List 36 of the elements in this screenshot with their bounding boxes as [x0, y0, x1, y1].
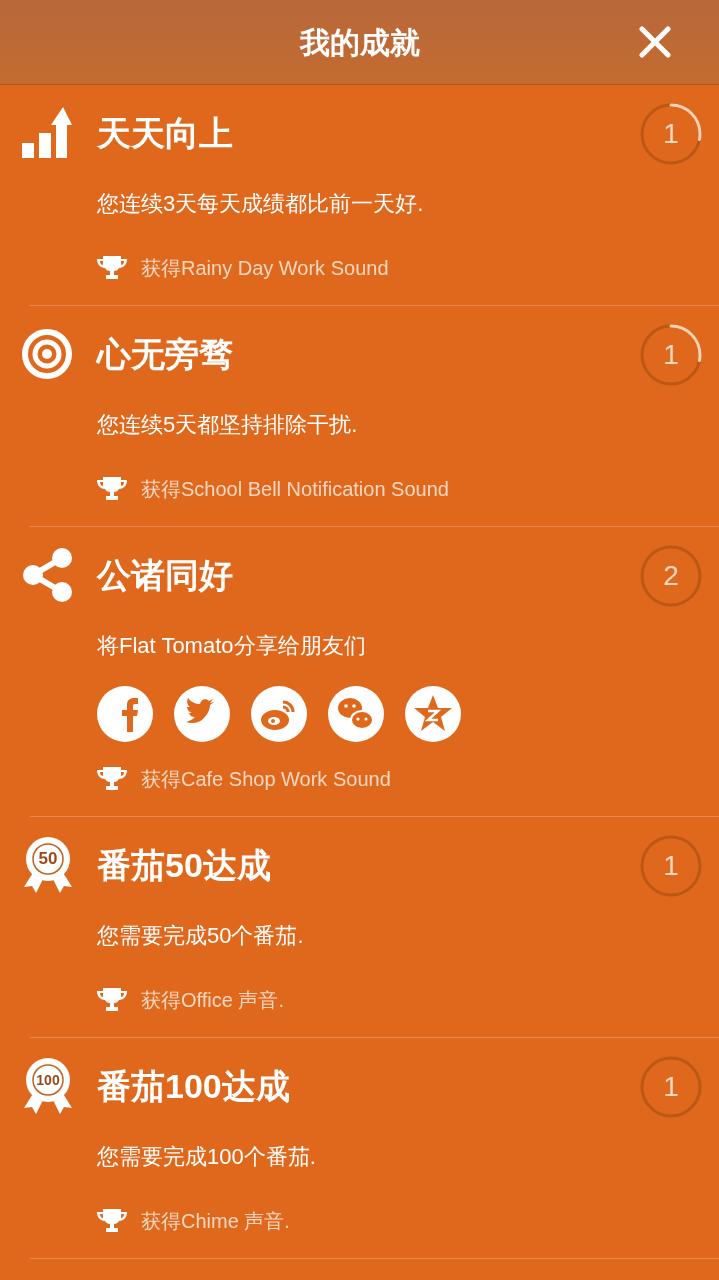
- bar-chart-arrow-icon: [22, 107, 72, 159]
- achievement-title: 公诸同好: [97, 554, 233, 596]
- trophy-icon: [97, 767, 127, 791]
- count-ring: 1: [640, 1056, 702, 1118]
- count-ring: 1: [640, 324, 702, 386]
- trophy-icon: [97, 256, 127, 280]
- count-ring: 1: [640, 103, 702, 165]
- reward-text: 获得Office 声音.: [141, 988, 284, 1013]
- achievement-title: 番茄50达成: [97, 844, 271, 886]
- reward-text: 获得Chime 声音.: [141, 1209, 290, 1234]
- achievement-title: 天天向上: [97, 112, 233, 154]
- achievement-description: 您连续3天每天成绩都比前一天好.: [97, 189, 425, 218]
- reward-text: 获得School Bell Notification Sound: [141, 477, 449, 502]
- reward-text: 获得Cafe Shop Work Sound: [141, 767, 391, 792]
- screen-title: 我的成就: [299, 24, 420, 61]
- reward-text: 获得Rainy Day Work Sound: [141, 256, 389, 281]
- trophy-icon: [97, 1209, 127, 1233]
- achievement-description: 将Flat Tomato分享给朋友们: [97, 631, 367, 660]
- bird-icon[interactable]: [174, 686, 230, 742]
- medal-number: 100: [35, 1071, 61, 1090]
- achievement-description: 您连续5天都坚持排除干扰.: [97, 410, 359, 439]
- achievement-description: 您需要完成100个番茄.: [97, 1142, 317, 1171]
- achievement-title: 番茄100达成: [97, 1065, 290, 1107]
- target-icon: [22, 329, 72, 379]
- weibo-icon[interactable]: [251, 686, 307, 742]
- trophy-icon: [97, 477, 127, 501]
- trophy-icon: [97, 988, 127, 1012]
- close-icon[interactable]: [639, 26, 671, 58]
- achievement-title: 心无旁骛: [97, 333, 233, 375]
- count-ring: 2: [640, 545, 702, 607]
- count-ring: 1: [640, 835, 702, 897]
- medal-number: 50: [37, 848, 59, 870]
- achievement-description: 您需要完成50个番茄.: [97, 921, 305, 950]
- chat-bubbles-icon[interactable]: [328, 686, 384, 742]
- share-icon: [22, 548, 74, 602]
- facebook-icon[interactable]: [97, 686, 153, 742]
